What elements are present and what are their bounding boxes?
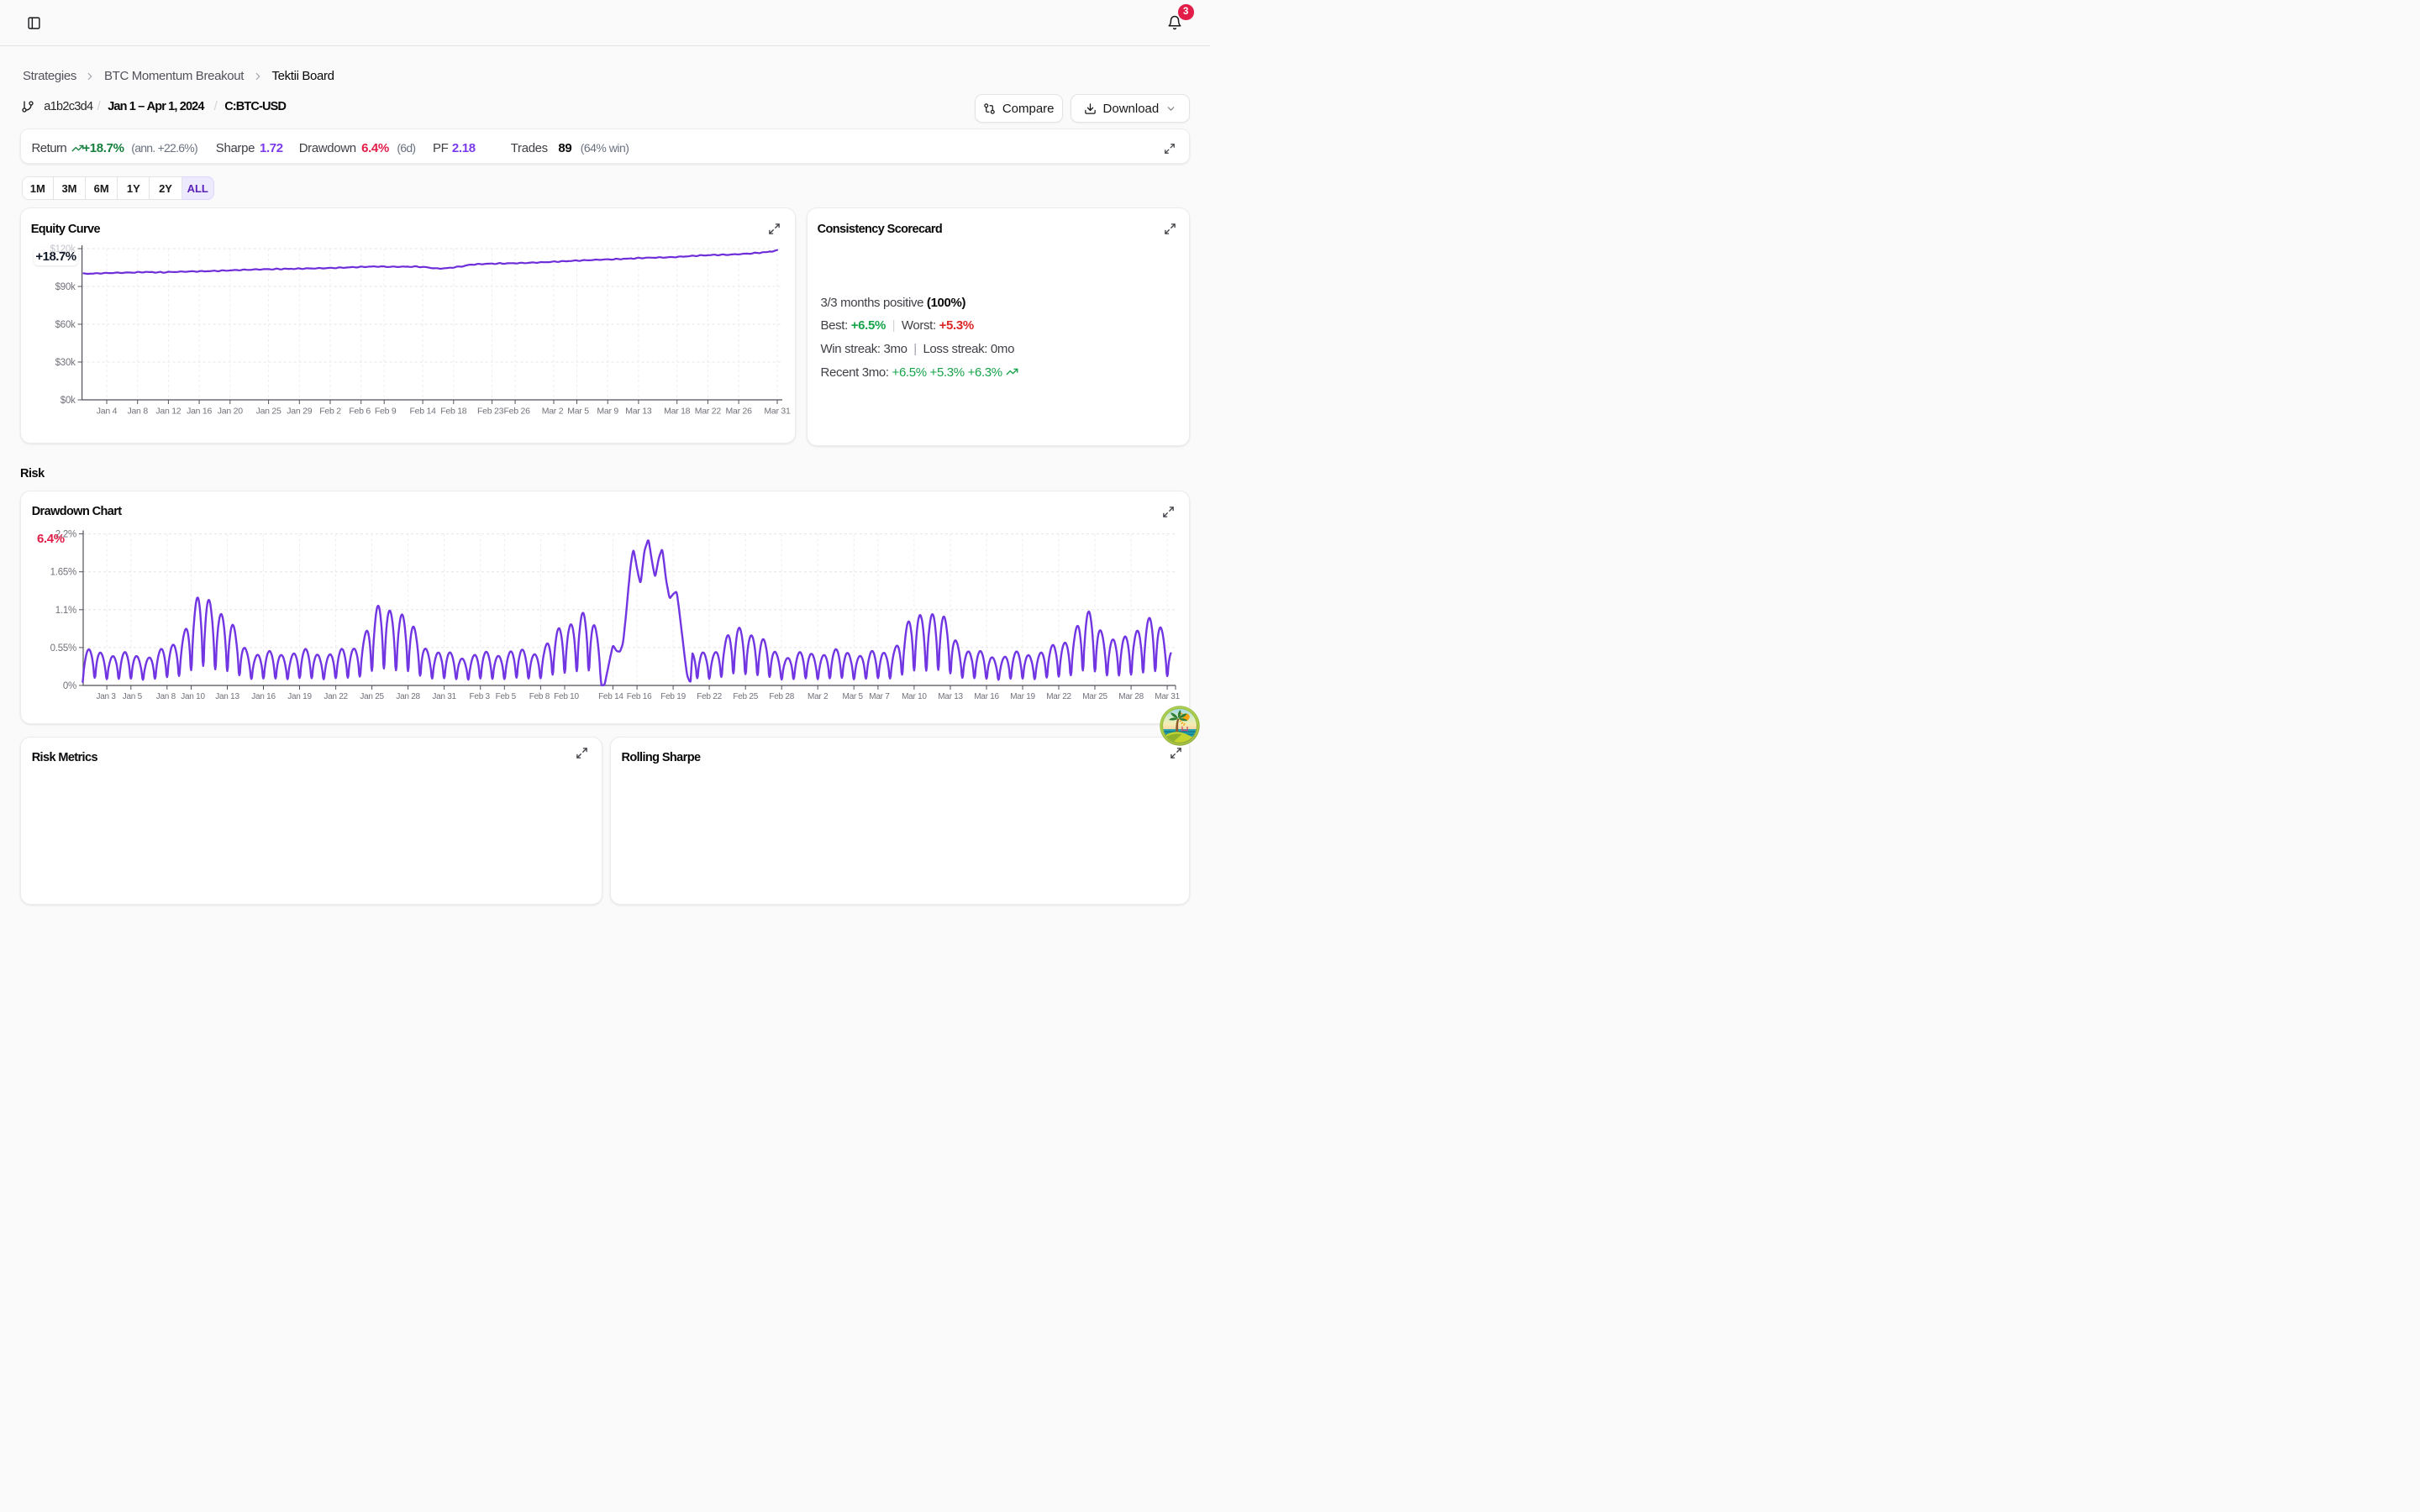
svg-text:Mar 2: Mar 2 xyxy=(542,407,564,417)
svg-text:Feb 14: Feb 14 xyxy=(409,407,436,417)
svg-text:1.1%: 1.1% xyxy=(55,605,76,615)
svg-text:0.55%: 0.55% xyxy=(50,643,76,653)
svg-text:Mar 7: Mar 7 xyxy=(869,692,890,701)
svg-text:Feb 16: Feb 16 xyxy=(627,692,652,701)
svg-text:Jan 13: Jan 13 xyxy=(215,692,239,701)
svg-text:Jan 16: Jan 16 xyxy=(187,407,212,417)
svg-text:Feb 14: Feb 14 xyxy=(598,692,623,701)
svg-text:Feb 23: Feb 23 xyxy=(477,407,504,417)
svg-text:Feb 25: Feb 25 xyxy=(733,692,758,701)
svg-text:Feb 18: Feb 18 xyxy=(440,407,467,417)
svg-text:Mar 13: Mar 13 xyxy=(938,692,963,701)
svg-text:Jan 31: Jan 31 xyxy=(432,692,456,701)
svg-text:Jan 12: Jan 12 xyxy=(155,407,181,417)
svg-text:Mar 16: Mar 16 xyxy=(974,692,999,701)
svg-text:Feb 3: Feb 3 xyxy=(470,692,491,701)
svg-text:$90k: $90k xyxy=(55,282,76,292)
svg-text:Mar 31: Mar 31 xyxy=(764,407,791,417)
svg-text:Jan 16: Jan 16 xyxy=(251,692,276,701)
svg-text:Mar 31: Mar 31 xyxy=(1155,692,1180,701)
svg-text:Jan 25: Jan 25 xyxy=(256,407,281,417)
svg-text:Feb 9: Feb 9 xyxy=(375,407,397,417)
svg-text:Mar 9: Mar 9 xyxy=(597,407,618,417)
svg-text:Mar 18: Mar 18 xyxy=(664,407,691,417)
svg-text:$60k: $60k xyxy=(55,320,76,330)
svg-text:Mar 2: Mar 2 xyxy=(808,692,829,701)
svg-text:1.65%: 1.65% xyxy=(50,567,76,577)
svg-text:Feb 5: Feb 5 xyxy=(496,692,517,701)
svg-text:Jan 29: Jan 29 xyxy=(287,407,312,417)
svg-text:Jan 8: Jan 8 xyxy=(127,407,148,417)
svg-text:Jan 20: Jan 20 xyxy=(218,407,243,417)
svg-text:Jan 5: Jan 5 xyxy=(123,692,143,701)
svg-text:Feb 2: Feb 2 xyxy=(319,407,341,417)
svg-text:Feb 22: Feb 22 xyxy=(697,692,722,701)
svg-text:Feb 8: Feb 8 xyxy=(529,692,550,701)
svg-text:Feb 10: Feb 10 xyxy=(554,692,579,701)
svg-text:Mar 5: Mar 5 xyxy=(843,692,864,701)
svg-text:Jan 19: Jan 19 xyxy=(287,692,312,701)
svg-text:$0k: $0k xyxy=(60,396,76,406)
svg-text:Feb 26: Feb 26 xyxy=(503,407,530,417)
svg-text:Jan 10: Jan 10 xyxy=(181,692,205,701)
svg-text:Mar 26: Mar 26 xyxy=(726,407,753,417)
svg-text:Mar 22: Mar 22 xyxy=(1046,692,1071,701)
svg-text:$30k: $30k xyxy=(55,358,76,368)
svg-text:Feb 6: Feb 6 xyxy=(349,407,371,417)
svg-text:Mar 13: Mar 13 xyxy=(625,407,652,417)
svg-text:Jan 4: Jan 4 xyxy=(97,407,118,417)
svg-text:Jan 25: Jan 25 xyxy=(360,692,384,701)
svg-text:Jan 8: Jan 8 xyxy=(156,692,176,701)
svg-text:Jan 22: Jan 22 xyxy=(324,692,348,701)
svg-text:Jan 28: Jan 28 xyxy=(396,692,420,701)
svg-text:Mar 22: Mar 22 xyxy=(695,407,722,417)
svg-text:Mar 25: Mar 25 xyxy=(1082,692,1107,701)
svg-text:Feb 28: Feb 28 xyxy=(769,692,794,701)
svg-text:Mar 28: Mar 28 xyxy=(1118,692,1144,701)
svg-text:Mar 19: Mar 19 xyxy=(1010,692,1035,701)
svg-text:$120k: $120k xyxy=(50,244,76,255)
svg-text:Feb 19: Feb 19 xyxy=(660,692,686,701)
svg-text:0%: 0% xyxy=(63,681,76,691)
svg-text:Mar 10: Mar 10 xyxy=(902,692,927,701)
svg-text:Mar 5: Mar 5 xyxy=(567,407,589,417)
svg-text:Jan 3: Jan 3 xyxy=(96,692,116,701)
